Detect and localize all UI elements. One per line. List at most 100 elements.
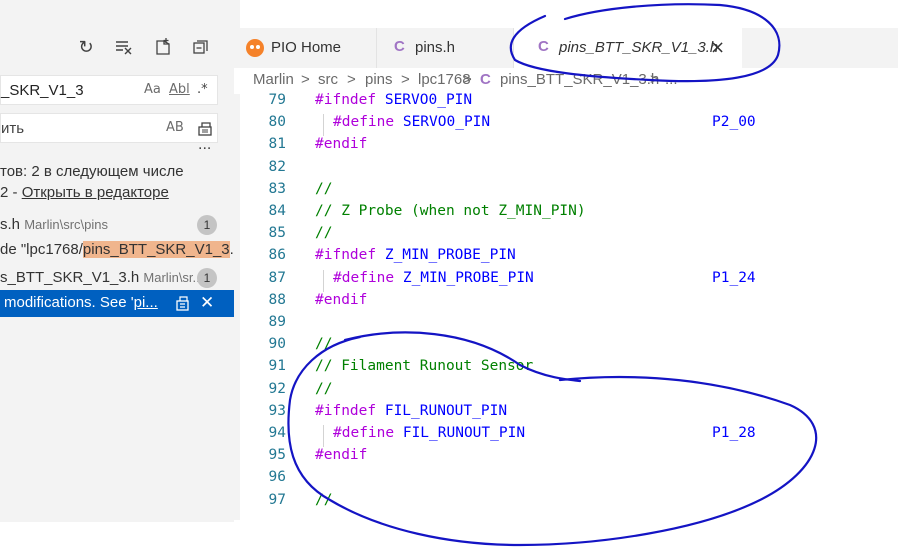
c-file-icon: C: [538, 38, 549, 55]
preprocessor-keyword: #endif: [315, 447, 368, 464]
breadcrumb-item[interactable]: pins: [365, 71, 393, 88]
pin-value: P1_24: [712, 269, 756, 286]
line-number: 97: [268, 491, 286, 508]
code-line[interactable]: //: [315, 336, 332, 352]
tab-pio-home[interactable]: PIO Home: [234, 28, 376, 68]
preserve-case-toggle[interactable]: AB: [166, 120, 184, 135]
result-file-row[interactable]: s_BTT_SKR_V1_3.h Marlin\sr...: [0, 269, 203, 286]
result-file-name: s.h: [0, 216, 21, 233]
tab-label: pins.h: [415, 39, 456, 56]
collapse-all-icon[interactable]: [188, 34, 214, 60]
open-in-editor-link[interactable]: Открыть в редакторе: [22, 184, 169, 201]
code-line[interactable]: #endif: [315, 447, 367, 463]
code-line[interactable]: //: [315, 381, 332, 397]
line-number: 92: [268, 380, 286, 397]
preprocessor-keyword: #endif: [315, 136, 368, 153]
use-regex-toggle[interactable]: .*: [197, 82, 208, 97]
result-file-row[interactable]: s.h Marlin\src\pins: [0, 216, 108, 233]
code-editor[interactable]: 79 #ifndef SERVO0_PIN 80 #define SERVO0_PIN…: [240, 92, 898, 522]
code-line[interactable]: #ifndef FIL_RUNOUT_PIN: [315, 403, 507, 419]
new-search-editor-icon[interactable]: [150, 34, 176, 60]
c-file-icon: C: [394, 38, 405, 55]
code-line[interactable]: // Z Probe (when not Z_MIN_PIN): [315, 203, 586, 219]
identifier: SERVO0_PIN: [402, 114, 491, 131]
match-whole-word-toggle[interactable]: Abl: [169, 82, 190, 97]
line-number: 90: [268, 336, 286, 353]
code-line[interactable]: #ifndef SERVO0_PIN: [315, 92, 472, 108]
tab-pins-h[interactable]: C pins.h: [377, 28, 513, 68]
indent-guide: [323, 269, 324, 292]
result-count-badge: 1: [197, 215, 217, 235]
line-number: 94: [268, 425, 286, 441]
preprocessor-keyword: #ifndef: [315, 247, 385, 264]
line-number: 88: [268, 291, 286, 308]
tab-pins-btt-skr-v1-3[interactable]: C pins_BTT_SKR_V1_3.h ×: [514, 28, 742, 68]
comment: //: [315, 336, 333, 353]
breadcrumb-separator: >: [347, 71, 356, 88]
identifier: Z_MIN_PROBE_PIN: [384, 247, 516, 264]
identifier: Z_MIN_PROBE_PIN: [402, 269, 534, 286]
comment: // Z Probe (when not Z_MIN_PIN): [315, 203, 586, 219]
selected-result-row[interactable]: modifications. See 'pi... ✕: [0, 290, 234, 317]
breadcrumb-separator: >: [401, 71, 410, 88]
more-options[interactable]: ...: [198, 136, 211, 154]
code-line[interactable]: //: [315, 225, 332, 241]
pin-value: P1_28: [712, 425, 756, 441]
identifier: FIL_RUNOUT_PIN: [402, 425, 526, 441]
editor-tabs: PIO Home C pins.h C pins_BTT_SKR_V1_3.h …: [234, 28, 898, 68]
result-count-badge: 1: [197, 268, 217, 288]
line-number: 89: [268, 314, 286, 330]
close-icon[interactable]: ×: [710, 37, 725, 58]
search-panel: ↻ _SKR_V1_3 Aa Abl .* ить AB ... тов: 2 …: [0, 0, 234, 555]
result-match-row[interactable]: de "lpc1768/pins_BTT_SKR_V1_3...: [0, 241, 234, 258]
breadcrumb-item[interactable]: src: [318, 71, 338, 88]
code-line[interactable]: #ifndef Z_MIN_PROBE_PIN: [315, 247, 516, 263]
preprocessor-keyword: #ifndef: [315, 402, 385, 419]
platformio-icon: [246, 39, 264, 57]
selected-match-text: modifications. See 'pi...: [4, 294, 158, 311]
line-number: 80: [268, 114, 286, 131]
code-line[interactable]: #define Z_MIN_PROBE_PIN: [333, 270, 534, 286]
breadcrumb-item[interactable]: ...: [665, 71, 678, 88]
results-summary-line2: 2 - Открыть в редакторе: [0, 184, 169, 201]
comment: //: [315, 180, 333, 197]
replace-input[interactable]: ить AB: [0, 113, 218, 143]
line-number: 86: [268, 247, 286, 264]
code-line[interactable]: // Filament Runout Sensor: [315, 358, 533, 374]
dismiss-icon[interactable]: ✕: [200, 293, 214, 313]
code-line[interactable]: //: [315, 181, 332, 197]
editor-bottom: [0, 522, 898, 555]
clear-results-icon[interactable]: [111, 34, 137, 60]
preprocessor-keyword: #define: [333, 425, 403, 441]
line-number: 96: [268, 469, 286, 486]
line-number: 83: [268, 180, 286, 197]
replace-icon[interactable]: [176, 295, 190, 316]
c-file-icon: C: [480, 71, 491, 88]
match-case-toggle[interactable]: Aa: [144, 82, 161, 97]
breadcrumb-item[interactable]: Marlin: [253, 71, 294, 88]
breadcrumb-item[interactable]: pins_BTT_SKR_V1_3.h: [500, 71, 659, 88]
code-line[interactable]: #endif: [315, 292, 367, 308]
pin-value: P2_00: [712, 114, 756, 131]
code-line[interactable]: //: [315, 492, 332, 508]
breadcrumb-separator: >: [650, 71, 659, 88]
preprocessor-keyword: #endif: [315, 291, 368, 308]
line-number: 81: [268, 136, 286, 153]
refresh-icon[interactable]: ↻: [73, 34, 99, 60]
preprocessor-keyword: #define: [333, 114, 403, 131]
line-number: 79: [268, 92, 286, 108]
comment: // Filament Runout Sensor: [315, 358, 534, 375]
code-line[interactable]: #define FIL_RUNOUT_PIN: [333, 425, 525, 441]
code-line[interactable]: #endif: [315, 136, 367, 152]
results-summary-prefix: 2 -: [0, 184, 22, 201]
tab-label: PIO Home: [271, 39, 342, 56]
preprocessor-keyword: #define: [333, 269, 403, 286]
code-line[interactable]: #define SERVO0_PIN: [333, 114, 490, 130]
result-file-name: s_BTT_SKR_V1_3.h: [0, 269, 140, 286]
line-number: 91: [268, 358, 286, 375]
breadcrumb-separator: >: [463, 71, 472, 88]
identifier: SERVO0_PIN: [384, 92, 473, 108]
breadcrumb-separator: >: [301, 71, 310, 88]
search-input[interactable]: _SKR_V1_3 Aa Abl .*: [0, 75, 218, 105]
breadcrumb: Marlin > src > pins > lpc1768 > C pins_B…: [234, 68, 898, 94]
